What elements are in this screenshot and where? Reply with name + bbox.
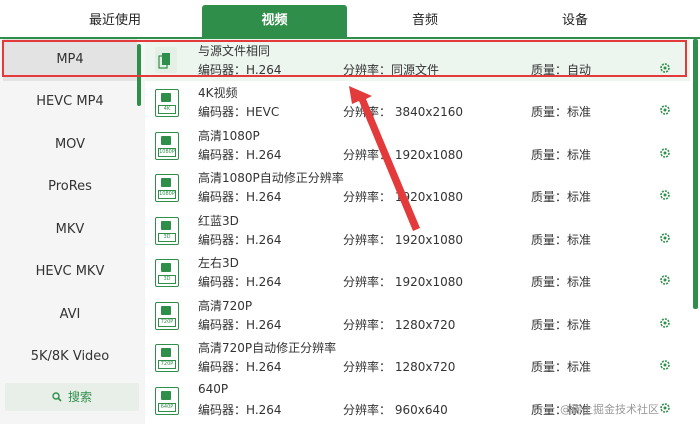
- search-label: 搜索: [67, 390, 92, 404]
- preset-name: 高清720P: [198, 299, 253, 313]
- preset-quality: 质量：标准: [531, 105, 592, 119]
- preset-row[interactable]: 3D 红蓝3D 编码器：H.264 分辨率： 1920x1080 质量：标准: [145, 209, 690, 251]
- preset-name: 高清1080P自动修正分辨率: [198, 171, 344, 185]
- watermark: @稀土掘金技术社区: [560, 403, 659, 416]
- search-icon: [52, 384, 62, 412]
- copy-icon: [155, 47, 177, 73]
- tab-video[interactable]: 视频: [202, 5, 347, 37]
- preset-row[interactable]: 1080P 高清1080P 编码器：H.264 分辨率： 1920x1080 质…: [145, 124, 690, 166]
- sidebar-item-5k8k-video[interactable]: 5K/8K Video: [0, 336, 140, 378]
- preset-resolution: 分辨率： 1920x1080: [343, 190, 463, 204]
- settings-gear-icon[interactable]: [659, 359, 671, 371]
- preset-codec: 编码器：H.264: [198, 318, 282, 332]
- sidebar-item-avi[interactable]: AVI: [0, 294, 140, 336]
- preset-codec: 编码器：H.264: [198, 63, 282, 77]
- video-4k-icon: 4K: [155, 89, 179, 117]
- preset-quality: 质量：自动: [531, 63, 592, 77]
- settings-gear-icon[interactable]: [659, 189, 671, 201]
- preset-resolution: 分辨率：同源文件: [343, 63, 440, 77]
- preset-name: 高清1080P: [198, 129, 260, 143]
- preset-quality: 质量：标准: [531, 148, 592, 162]
- preset-resolution: 分辨率： 1920x1080: [343, 148, 463, 162]
- preset-resolution: 分辨率： 3840x2160: [343, 105, 463, 119]
- preset-row[interactable]: 720P 高清720P 编码器：H.264 分辨率： 1280x720 质量：标…: [145, 294, 690, 336]
- tab-recent[interactable]: 最近使用: [40, 5, 190, 37]
- preset-row[interactable]: 与源文件相同 编码器：H.264 分辨率：同源文件 质量：自动: [145, 39, 690, 81]
- tab-device[interactable]: 设备: [500, 5, 650, 37]
- preset-name: 红蓝3D: [198, 214, 239, 228]
- preset-quality: 质量：标准: [531, 318, 592, 332]
- preset-resolution: 分辨率： 960x640: [343, 403, 448, 417]
- video-720p-icon: 720P: [155, 344, 179, 372]
- sidebar-item-prores[interactable]: ProRes: [0, 166, 140, 208]
- preset-row[interactable]: 3D 左右3D 编码器：H.264 分辨率： 1920x1080 质量：标准: [145, 251, 690, 293]
- preset-name: 640P: [198, 382, 229, 396]
- format-tabs: 最近使用 视频 音频 设备: [0, 0, 700, 37]
- settings-gear-icon[interactable]: [659, 402, 671, 414]
- settings-gear-icon[interactable]: [659, 62, 671, 74]
- preset-resolution: 分辨率： 1280x720: [343, 318, 456, 332]
- preset-quality: 质量：标准: [531, 275, 592, 289]
- settings-gear-icon[interactable]: [659, 274, 671, 286]
- preset-codec: 编码器：H.264: [198, 275, 282, 289]
- preset-row[interactable]: 720P 高清720P自动修正分辨率 编码器：H.264 分辨率： 1280x7…: [145, 336, 690, 378]
- video-720p-icon: 720P: [155, 302, 179, 330]
- settings-gear-icon[interactable]: [659, 147, 671, 159]
- preset-list-scrollbar[interactable]: [693, 39, 698, 309]
- preset-codec: 编码器：H.264: [198, 233, 282, 247]
- preset-name: 4K视频: [198, 86, 238, 100]
- video-1080p-icon: 1080P: [155, 132, 179, 160]
- settings-gear-icon[interactable]: [659, 317, 671, 329]
- preset-resolution: 分辨率： 1920x1080: [343, 233, 463, 247]
- preset-resolution: 分辨率： 1280x720: [343, 360, 456, 374]
- sidebar-item-mov[interactable]: MOV: [0, 124, 140, 166]
- preset-codec: 编码器：H.264: [198, 360, 282, 374]
- video-3d-icon: 3D: [155, 217, 179, 245]
- sidebar-scrollbar[interactable]: [137, 44, 141, 106]
- preset-codec: 编码器：HEVC: [198, 105, 280, 119]
- search-button[interactable]: 搜索: [5, 383, 139, 411]
- sidebar-item-mkv[interactable]: MKV: [0, 209, 140, 251]
- preset-name: 左右3D: [198, 256, 239, 270]
- tab-audio[interactable]: 音频: [350, 5, 500, 37]
- preset-codec: 编码器：H.264: [198, 148, 282, 162]
- video-640p-icon: 640P: [155, 387, 179, 415]
- preset-quality: 质量：标准: [531, 360, 592, 374]
- preset-codec: 编码器：H.264: [198, 403, 282, 417]
- format-sidebar: MP4 HEVC MP4 MOV ProRes MKV HEVC MKV AVI…: [0, 39, 145, 424]
- video-3d-icon: 3D: [155, 259, 179, 287]
- sidebar-item-mp4[interactable]: MP4: [3, 39, 137, 81]
- preset-row[interactable]: 1080P 高清1080P自动修正分辨率 编码器：H.264 分辨率： 1920…: [145, 166, 690, 208]
- video-1080p-icon: 1080P: [155, 174, 179, 202]
- settings-gear-icon[interactable]: [659, 232, 671, 244]
- preset-quality: 质量：标准: [531, 233, 592, 247]
- preset-resolution: 分辨率： 1920x1080: [343, 275, 463, 289]
- preset-row[interactable]: 4K 4K视频 编码器：HEVC 分辨率： 3840x2160 质量：标准: [145, 81, 690, 123]
- preset-name: 高清720P自动修正分辨率: [198, 341, 337, 355]
- sidebar-item-hevc-mkv[interactable]: HEVC MKV: [0, 251, 140, 293]
- preset-name: 与源文件相同: [198, 44, 271, 58]
- sidebar-item-hevc-mp4[interactable]: HEVC MP4: [0, 81, 140, 123]
- preset-codec: 编码器：H.264: [198, 190, 282, 204]
- preset-list: 与源文件相同 编码器：H.264 分辨率：同源文件 质量：自动 4K 4K视频 …: [145, 39, 693, 424]
- settings-gear-icon[interactable]: [659, 104, 671, 116]
- preset-quality: 质量：标准: [531, 190, 592, 204]
